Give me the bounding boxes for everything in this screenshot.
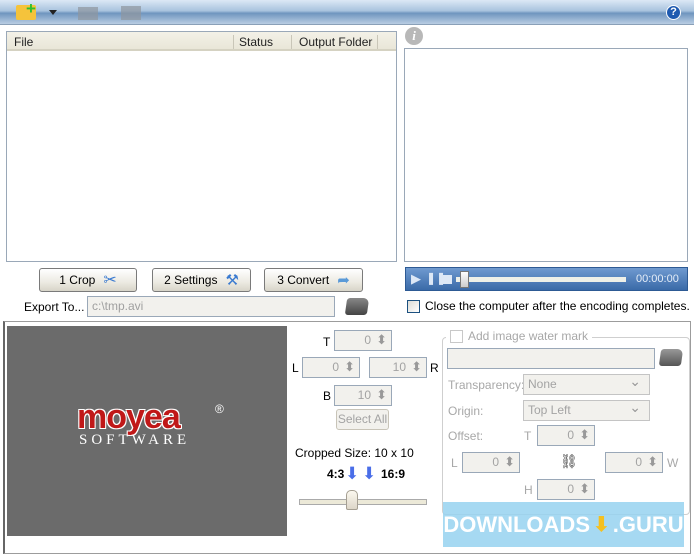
downloads-guru-banner: DOWNLOADS ⬇ .GURU [443, 502, 684, 547]
logo-software: SOFTWARE [79, 432, 191, 448]
settings-button[interactable]: 2 Settings ⚒ [152, 268, 251, 292]
player-bar: ▶ ❚❚ 00:00:00 [405, 267, 688, 291]
info-icon[interactable]: i [405, 27, 423, 45]
width-input[interactable]: 0 [605, 452, 663, 473]
seek-handle[interactable] [460, 271, 469, 288]
crop-top-input[interactable]: 0 [334, 330, 392, 351]
crop-button[interactable]: 1 Crop ✂ [39, 268, 137, 292]
height-label: H [524, 483, 533, 497]
convert-button[interactable]: 3 Convert ➦ [264, 268, 363, 292]
banner-text: DOWNLOADS [443, 511, 590, 537]
crop-bottom-input[interactable]: 10 [334, 385, 392, 406]
transparency-label: Transparency: [448, 378, 525, 392]
video-preview [404, 48, 688, 262]
add-folder-icon[interactable]: + [16, 0, 36, 20]
close-after-label: Close the computer after the encoding co… [425, 299, 690, 313]
offset-t-label: T [524, 429, 532, 443]
crop-l-label: L [292, 361, 299, 375]
transparency-select[interactable]: None [523, 373, 650, 395]
tools-icon: ⚒ [225, 272, 239, 289]
arrow-down-icon: ⬇ [345, 464, 360, 483]
folder-icon[interactable] [78, 7, 98, 20]
arrow-icon: ➦ [337, 272, 350, 289]
column-output-folder[interactable]: Output Folder [299, 35, 372, 49]
browse-folder-icon[interactable] [658, 349, 684, 366]
file-list[interactable] [6, 31, 397, 262]
export-path-input[interactable]: c:\tmp.avi [87, 296, 335, 317]
watermark-checkbox[interactable] [450, 329, 463, 343]
crop-left-input[interactable]: 0 [302, 357, 360, 378]
link-icon[interactable]: ⛓ [560, 453, 578, 470]
watermark-label: Add image water mark [468, 329, 589, 343]
offset-left-input[interactable]: 0 [462, 452, 520, 473]
select-all-button[interactable]: Select All [336, 409, 389, 430]
stop-icon[interactable] [443, 275, 452, 284]
close-after-checkbox[interactable] [407, 300, 420, 313]
file-list-header: File Status Output Folder [7, 32, 396, 51]
settings-label: 2 Settings [164, 273, 218, 287]
play-icon[interactable]: ▶ [411, 271, 421, 287]
crop-preview: moyea ® SOFTWARE [7, 326, 287, 536]
crop-b-label: B [323, 389, 332, 403]
browse-folder-icon[interactable] [344, 298, 370, 315]
remove-folder-icon[interactable] [121, 6, 141, 20]
crop-label: 1 Crop [59, 273, 96, 287]
toolbar: + ? [0, 0, 694, 25]
seek-track[interactable] [456, 277, 626, 282]
origin-label: Origin: [448, 404, 484, 418]
offset-label: Offset: [448, 429, 484, 443]
ratio-4-3[interactable]: 4:3 [327, 467, 344, 481]
export-label: Export To... [24, 300, 85, 314]
column-file[interactable]: File [14, 35, 33, 49]
offset-top-input[interactable]: 0 [537, 425, 595, 446]
banner-guru: .GURU [612, 511, 684, 537]
width-label: W [667, 456, 679, 470]
watermark-path-input[interactable] [447, 348, 655, 369]
offset-l-label: L [451, 456, 458, 470]
cropped-size: Cropped Size: 10 x 10 [295, 446, 414, 460]
crop-right-input[interactable]: 10 [369, 357, 427, 378]
help-icon[interactable]: ? [666, 5, 681, 20]
origin-select[interactable]: Top Left [523, 399, 650, 421]
ratio-slider-thumb[interactable] [346, 490, 358, 510]
logo-registered: ® [215, 402, 224, 416]
time-display: 00:00:00 [636, 273, 679, 285]
column-status[interactable]: Status [239, 35, 273, 49]
scissors-icon: ✂ [103, 272, 117, 289]
height-input[interactable]: 0 [537, 479, 595, 500]
ratio-slider-track[interactable] [299, 499, 427, 505]
arrow-down-icon: ⬇ [362, 464, 377, 483]
dropdown-arrow-icon[interactable] [49, 10, 57, 15]
ratio-16-9[interactable]: 16:9 [381, 467, 405, 481]
download-arrow-icon: ⬇ [593, 514, 610, 536]
crop-r-label: R [430, 361, 439, 375]
watermark-header: Add image water mark [446, 329, 593, 343]
crop-t-label: T [323, 335, 331, 349]
convert-label: 3 Convert [277, 273, 330, 287]
